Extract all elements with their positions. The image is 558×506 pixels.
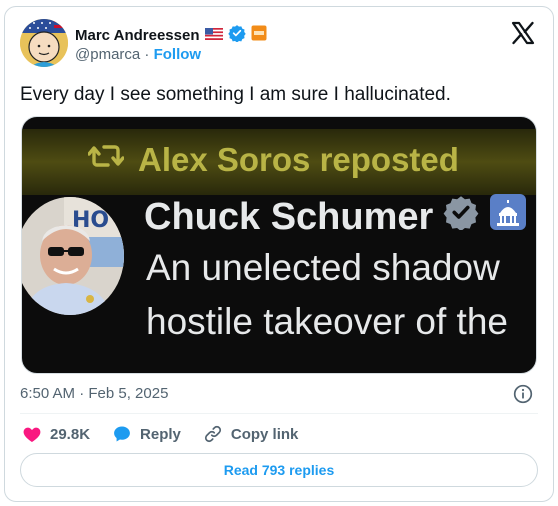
x-logo-icon[interactable]: [511, 21, 535, 45]
author-handle-row: @pmarca · Follow: [75, 46, 201, 63]
repost-line: Alex Soros reposted: [87, 141, 459, 179]
copy-link-label: Copy link: [230, 425, 299, 443]
verified-badge-icon[interactable]: [227, 24, 246, 47]
follow-button[interactable]: Follow: [154, 46, 202, 63]
author-name-row: Marc Andreessen: [75, 24, 267, 47]
quoted-name: Chuck Schumer: [144, 195, 434, 238]
repost-text: Alex Soros reposted: [138, 141, 459, 178]
handle-separator: ·: [144, 46, 150, 63]
link-icon: [204, 425, 221, 443]
quoted-text-line-2: hostile takeover of the: [146, 301, 508, 342]
us-flag-icon: [204, 27, 223, 45]
capitol-icon: [489, 193, 527, 241]
action-bar: 29.8K Reply Copy link: [22, 423, 320, 445]
tweet-text: Every day I see something I am sure I ha…: [20, 84, 451, 105]
like-count: 29.8K: [50, 425, 91, 443]
author-handle[interactable]: @pmarca: [75, 46, 140, 63]
copy-link-button[interactable]: Copy link: [203, 424, 299, 444]
quoted-text-line-1: An unelected shadow: [146, 247, 500, 288]
info-icon[interactable]: [513, 384, 533, 404]
repost-icon: [87, 141, 125, 179]
avatar[interactable]: [20, 19, 68, 67]
reply-button[interactable]: Reply: [112, 424, 181, 444]
heart-icon: [23, 427, 41, 442]
reply-bubble-icon: [114, 426, 130, 442]
reply-label: Reply: [140, 425, 181, 443]
affiliate-badge-icon[interactable]: [251, 25, 267, 46]
author-name[interactable]: Marc Andreessen: [75, 27, 200, 44]
quoted-name-line: Chuck Schumer: [144, 193, 527, 241]
like-button[interactable]: 29.8K: [22, 424, 90, 444]
quoted-verified-icon: [443, 194, 479, 240]
profile-photo: HO: [22, 197, 124, 315]
tweet-image[interactable]: Alex Soros reposted HO Chuck Schumer An …: [21, 116, 537, 374]
tweet-timestamp[interactable]: 6:50 AM · Feb 5, 2025: [20, 385, 168, 402]
read-replies-button[interactable]: Read 793 replies: [20, 453, 538, 487]
divider: [20, 413, 538, 414]
tweet-card: Marc Andreessen @pmarca · Follow Every d…: [4, 6, 554, 502]
